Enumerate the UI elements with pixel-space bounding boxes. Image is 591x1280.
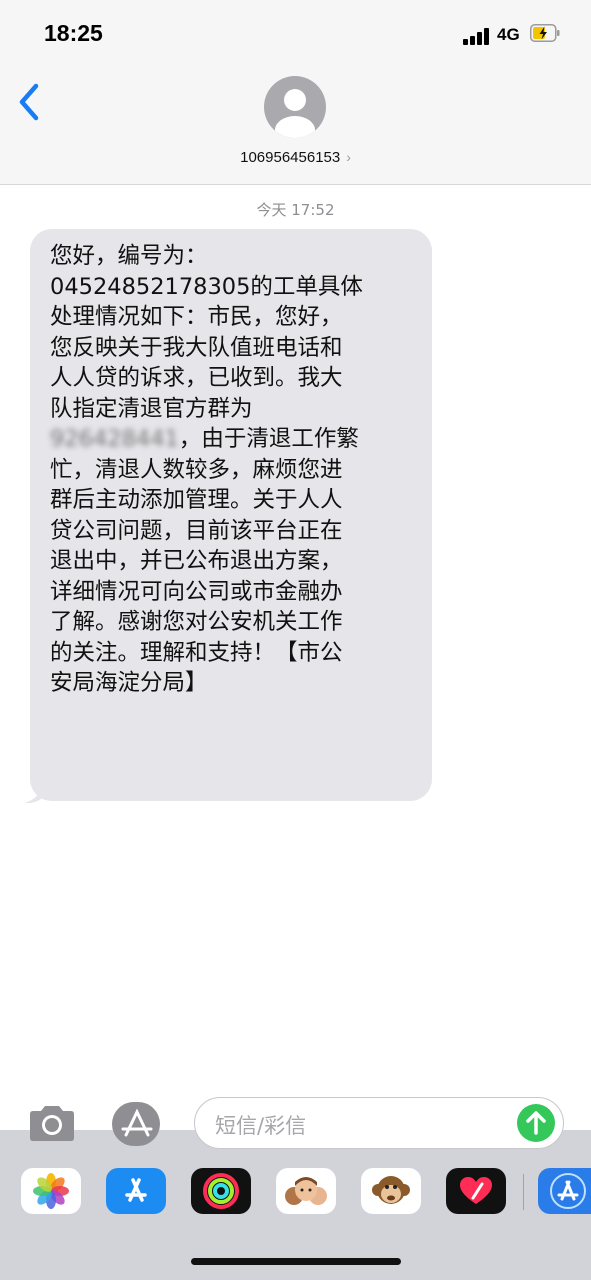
status-time: 18:25 [44, 20, 103, 46]
contact-number: 106956456153 [240, 149, 341, 166]
contact-avatar-icon[interactable] [264, 76, 326, 138]
message-text-field[interactable]: 短信/彩信 [194, 1097, 564, 1149]
message-line: 队指定清退官方群为 [50, 395, 253, 422]
message-line: 您反映关于我大队值班电话和 [50, 334, 343, 361]
message-input-bar: 短信/彩信 [0, 1090, 591, 1158]
message-line: 的关注。理解和支持！【市公 [50, 639, 343, 666]
conversation-header: 106956456153 › [0, 70, 591, 185]
battery-charging-icon [530, 24, 560, 42]
drawer-divider [523, 1174, 524, 1210]
status-bar: 18:25 4G [0, 0, 591, 70]
digital-touch-app-icon[interactable] [446, 1168, 506, 1214]
message-line: 处理情况如下：市民，您好， [50, 304, 343, 330]
message-line: 退出中，并已公布退出方案， [50, 548, 343, 574]
message-line: 人人贷的诉求，已收到。我大 [50, 365, 343, 391]
send-button[interactable] [517, 1104, 555, 1142]
app-store-icon[interactable] [110, 1102, 164, 1146]
back-chevron-icon[interactable] [14, 80, 48, 124]
app-store-app-icon[interactable] [106, 1168, 166, 1214]
message-line: 安局海淀分局】 [50, 670, 208, 696]
message-line: 详细情况可向公司或市金融办 [50, 578, 343, 605]
home-indicator[interactable] [191, 1258, 401, 1265]
activity-app-icon[interactable] [191, 1168, 251, 1214]
photos-app-icon[interactable] [21, 1168, 81, 1214]
chevron-right-icon: › [346, 149, 351, 165]
blurred-group-number: 926428441 [50, 426, 179, 452]
contact-name-button[interactable]: 106956456153 › [0, 149, 591, 166]
camera-icon[interactable] [26, 1102, 78, 1144]
cellular-signal-icon [463, 27, 493, 45]
send-arrow-icon [526, 1111, 546, 1135]
message-bubble[interactable]: 您好，编号为： 04524852178305的工单具体 处理情况如下：市民，您好… [30, 229, 432, 801]
animoji-monkey-app-icon[interactable] [361, 1168, 421, 1214]
message-line-text: ，由于清退工作繁 [178, 426, 359, 452]
message-line: 贷公司问题，目前该平台正在 [50, 517, 343, 544]
text-field-placeholder: 短信/彩信 [215, 1114, 307, 1138]
message-line: 您好，编号为： [50, 243, 208, 269]
message-line: 04524852178305的工单具体 [50, 273, 363, 300]
message-line: 926428441，由于清退工作繁 [50, 424, 424, 455]
message-line: 了解。感谢您对公安机关工作 [50, 609, 343, 635]
app-store-more-icon[interactable] [538, 1168, 591, 1214]
message-line: 群后主动添加管理。关于人人 [50, 487, 343, 513]
memoji-app-icon[interactable] [276, 1168, 336, 1214]
message-line: 忙，清退人数较多，麻烦您进 [50, 456, 343, 483]
network-type: 4G [497, 25, 520, 44]
message-timestamp: 今天 17:52 [256, 201, 335, 219]
